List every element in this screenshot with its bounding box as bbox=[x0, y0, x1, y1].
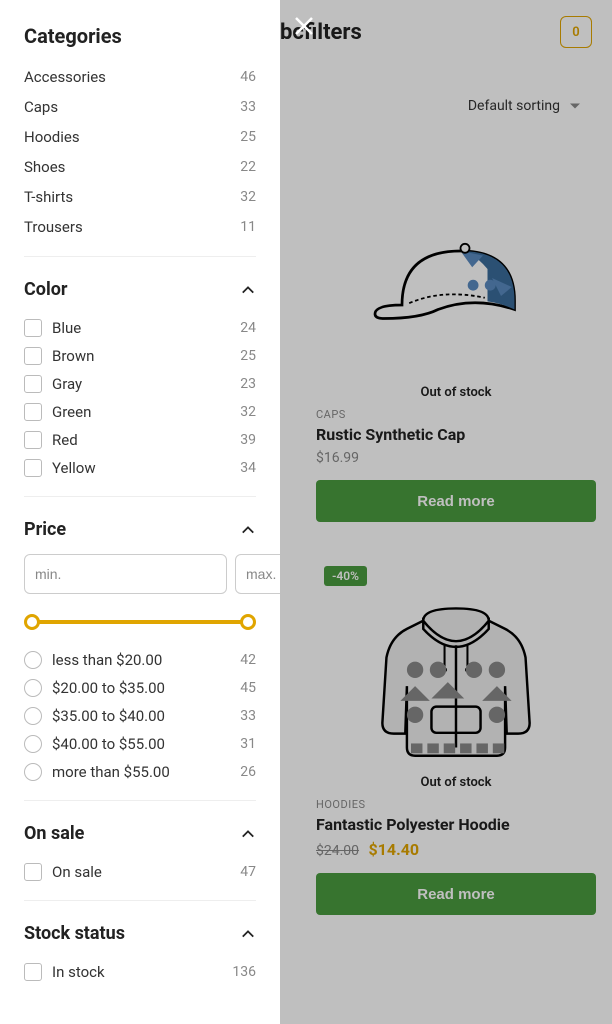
close-icon[interactable] bbox=[292, 14, 316, 42]
divider bbox=[24, 800, 256, 801]
stock-filter-option[interactable]: In stock136 bbox=[24, 958, 256, 986]
color-filter-option[interactable]: Red39 bbox=[24, 426, 256, 454]
category-item[interactable]: T-shirts32 bbox=[24, 182, 256, 212]
price-range-option[interactable]: more than $55.0026 bbox=[24, 758, 256, 786]
radio[interactable] bbox=[24, 707, 42, 725]
radio[interactable] bbox=[24, 651, 42, 669]
filter-panel: Categories Accessories46 Caps33 Hoodies2… bbox=[0, 0, 280, 1024]
color-filter-option[interactable]: Blue24 bbox=[24, 314, 256, 342]
color-filter-option[interactable]: Yellow34 bbox=[24, 454, 256, 482]
radio[interactable] bbox=[24, 679, 42, 697]
chevron-up-icon bbox=[240, 926, 256, 942]
divider bbox=[24, 900, 256, 901]
price-min-input[interactable] bbox=[24, 554, 227, 594]
checkbox[interactable] bbox=[24, 863, 42, 881]
price-range-option[interactable]: $20.00 to $35.0045 bbox=[24, 674, 256, 702]
radio[interactable] bbox=[24, 735, 42, 753]
stock-section-toggle[interactable]: Stock status bbox=[24, 923, 256, 944]
category-item[interactable]: Shoes22 bbox=[24, 152, 256, 182]
checkbox[interactable] bbox=[24, 403, 42, 421]
category-item[interactable]: Caps33 bbox=[24, 92, 256, 122]
slider-thumb-max[interactable] bbox=[240, 614, 256, 630]
color-filter-option[interactable]: Gray23 bbox=[24, 370, 256, 398]
chevron-up-icon bbox=[240, 522, 256, 538]
price-range-option[interactable]: $40.00 to $55.0031 bbox=[24, 730, 256, 758]
price-slider[interactable] bbox=[24, 612, 256, 632]
checkbox[interactable] bbox=[24, 459, 42, 477]
color-filter-option[interactable]: Green32 bbox=[24, 398, 256, 426]
category-item[interactable]: Trousers11 bbox=[24, 212, 256, 242]
divider bbox=[24, 496, 256, 497]
checkbox[interactable] bbox=[24, 319, 42, 337]
price-max-input[interactable] bbox=[235, 554, 280, 594]
price-range-option[interactable]: less than $20.0042 bbox=[24, 646, 256, 674]
categories-heading: Categories bbox=[24, 24, 256, 48]
chevron-up-icon bbox=[240, 282, 256, 298]
category-item[interactable]: Accessories46 bbox=[24, 62, 256, 92]
divider bbox=[24, 256, 256, 257]
checkbox[interactable] bbox=[24, 963, 42, 981]
color-section-toggle[interactable]: Color bbox=[24, 279, 256, 300]
category-item[interactable]: Hoodies25 bbox=[24, 122, 256, 152]
chevron-up-icon bbox=[240, 826, 256, 842]
color-filter-option[interactable]: Brown25 bbox=[24, 342, 256, 370]
checkbox[interactable] bbox=[24, 347, 42, 365]
checkbox[interactable] bbox=[24, 431, 42, 449]
slider-thumb-min[interactable] bbox=[24, 614, 40, 630]
price-section-toggle[interactable]: Price bbox=[24, 519, 256, 540]
price-range-option[interactable]: $35.00 to $40.0033 bbox=[24, 702, 256, 730]
checkbox[interactable] bbox=[24, 375, 42, 393]
onsale-section-toggle[interactable]: On sale bbox=[24, 823, 256, 844]
onsale-filter-option[interactable]: On sale47 bbox=[24, 858, 256, 886]
radio[interactable] bbox=[24, 763, 42, 781]
